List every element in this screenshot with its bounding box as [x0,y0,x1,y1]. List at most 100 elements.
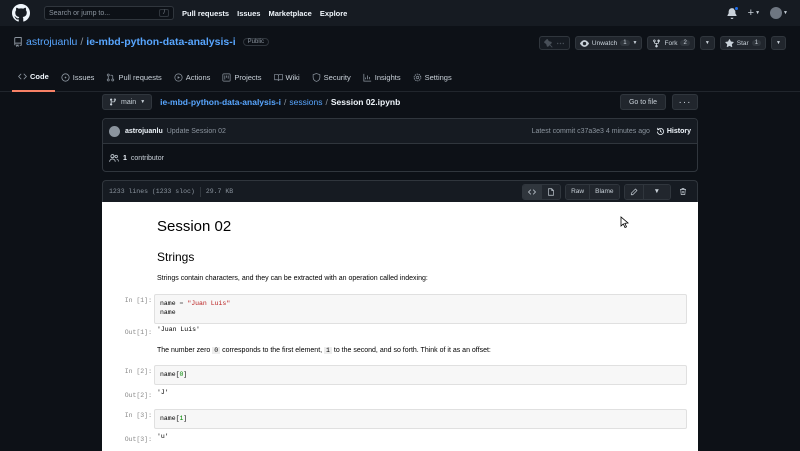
notifications-bell-icon[interactable] [726,6,739,19]
text-run: to the second, and so forth. Think of it… [331,347,491,354]
breadcrumb-repo-link[interactable]: ie-mbd-python-data-analysis-i [160,97,281,107]
raw-button[interactable]: Raw [566,184,590,199]
repo-name-link[interactable]: ie-mbd-python-data-analysis-i [86,36,235,48]
tab-projects[interactable]: Projects [216,62,267,92]
code-string: "Juan Luis" [183,300,231,307]
tab-label: Settings [424,72,452,82]
tab-label: Pull requests [118,72,162,82]
code-cell[interactable]: name[0] [154,365,687,385]
chevron-down-icon: ▼ [140,99,146,105]
star-count: 1 [751,40,762,46]
breadcrumb: ie-mbd-python-data-analysis-i / sessions… [160,97,400,107]
latest-commit-info[interactable]: Latest commit c37a3e3 4 minutes ago [532,128,650,135]
view-toggle [522,183,562,200]
repo-tabs: Code Issues Pull requests Actions Projec… [12,62,458,92]
tab-actions[interactable]: Actions [168,62,217,92]
breadcrumb-folder-link[interactable]: sessions [289,97,322,107]
go-to-file-button[interactable]: Go to file [619,94,666,110]
people-icon [109,154,119,162]
contributors-label: contributor [130,154,164,162]
edit-dropdown-button[interactable]: ▼ [642,184,670,199]
chevron-down-icon: ▼ [755,10,761,16]
notebook-title: Session 02 [157,218,232,235]
project-icon [222,72,231,82]
tab-label: Wiki [285,72,300,82]
star-button[interactable]: Star 1 [719,36,767,50]
branch-icon [110,98,116,106]
more-options-button[interactable]: ··· [672,94,698,110]
star-dropdown-button[interactable]: ▼ [771,36,786,50]
unwatch-button[interactable]: Unwatch 1 ▼ [574,36,643,50]
code-token: name[ [160,371,180,378]
output-prompt: Out[2]: [124,392,152,399]
tab-settings[interactable]: Settings [407,62,458,92]
avatar [770,7,783,19]
nav-pull-requests[interactable]: Pull requests [182,9,229,18]
fork-button[interactable]: Fork 2 [647,36,695,50]
nav-issues[interactable]: Issues [237,9,260,18]
file-header: 1233 lines (1233 sloc) 29.7 KB Raw Blame… [102,180,698,202]
commit-author-link[interactable]: astrojuanlu [125,128,163,135]
star-icon [725,38,734,47]
create-new-button[interactable]: + ▼ [748,7,760,19]
history-label: History [666,127,691,135]
text-run: The number zero [157,347,213,354]
tab-label: Code [30,71,49,81]
code-line: name [160,309,176,316]
branch-selector[interactable]: main ▼ [102,94,153,110]
tab-label: Projects [234,72,262,82]
play-icon [174,72,183,82]
pull-request-icon [107,73,115,81]
delete-button[interactable] [675,185,691,199]
code-view-button[interactable] [523,184,542,199]
avatar[interactable] [109,125,120,137]
global-header: Search or jump to... / Pull requests Iss… [0,0,800,26]
repo-owner-link[interactable]: astrojuanlu [26,36,77,48]
github-logo-icon[interactable] [12,4,30,22]
cell-prompt: In [1]: [124,297,152,304]
tab-code[interactable]: Code [12,62,55,92]
code-cell[interactable]: name = "Juan Luis" name [154,294,687,324]
user-menu-button[interactable]: ▼ [770,7,788,19]
chevron-down-icon: ▼ [648,184,665,199]
repo-header: astrojuanlu / ie-mbd-python-data-analysi… [0,26,800,92]
gear-icon [413,73,421,81]
fork-label: Fork [664,39,678,47]
breadcrumb-separator: / [284,97,287,107]
edit-button[interactable] [624,184,643,199]
raw-blame-group: Raw Blame [565,183,620,200]
history-link[interactable]: History [656,127,691,136]
notebook-view: Session 02 Strings Strings contain chara… [102,202,698,451]
cell-output: 'Juan Luis' [157,326,200,333]
repo-icon [14,37,22,47]
file-size: 29.7 KB [205,188,234,195]
cell-output: 'J' [157,389,169,396]
rendered-view-button[interactable] [541,184,561,199]
tab-label: Security [323,72,351,82]
book-icon [273,73,283,81]
nav-marketplace[interactable]: Marketplace [268,9,311,18]
repo-separator: / [80,36,84,48]
search-shortcut-hint: / [159,9,169,17]
tab-insights[interactable]: Insights [357,62,407,92]
pin-button[interactable] [538,36,570,50]
eye-icon [579,39,589,47]
watch-count: 1 [620,40,630,46]
code-icon [528,188,536,195]
code-token: ] [183,371,188,378]
tab-issues[interactable]: Issues [55,62,101,92]
branch-name: main [121,98,137,106]
blame-button[interactable]: Blame [589,184,619,199]
search-input[interactable]: Search or jump to... / [44,6,174,20]
tab-pull-requests[interactable]: Pull requests [100,62,167,92]
code-cell[interactable]: name[1] [154,409,687,429]
fork-dropdown-button[interactable]: ▼ [699,36,715,50]
contributors-row[interactable]: 1 contributor [103,144,697,172]
commit-message-link[interactable]: Update Session 02 [167,128,226,135]
nav-explore[interactable]: Explore [320,9,348,18]
pencil-icon [630,188,638,195]
tab-security[interactable]: Security [306,62,357,92]
tab-wiki[interactable]: Wiki [268,62,306,92]
trash-icon [680,188,686,195]
section-heading: Strings [157,250,195,264]
